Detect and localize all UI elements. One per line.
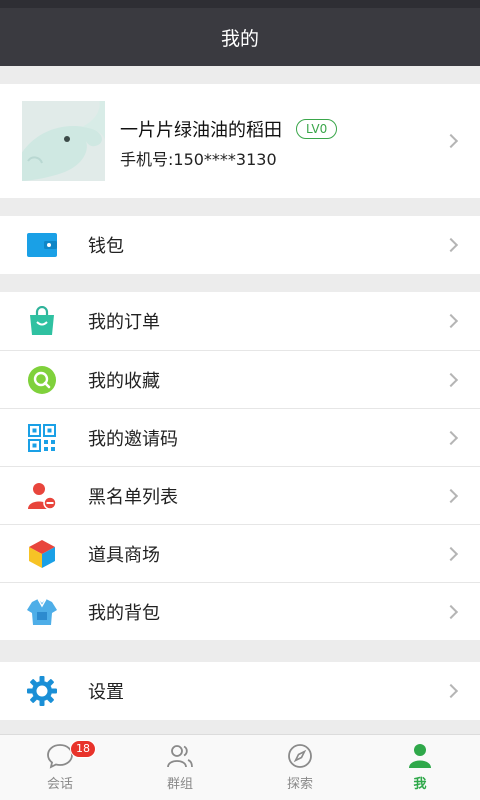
menu-item-label: 钱包: [88, 236, 124, 257]
tab-label: 探索: [286, 777, 313, 792]
group-icon: [167, 745, 193, 768]
person-icon: [409, 744, 431, 768]
chevron-right-icon: [443, 546, 459, 562]
tab-me[interactable]: 我: [360, 735, 480, 800]
profile-card[interactable]: 一片片绿油油的稻田 LV0 手机号:150****3130: [0, 84, 480, 198]
menu-group-main: 我的订单 我的收藏 我的邀请码 黑名单列表 道具商场 我的背包: [0, 292, 480, 640]
menu-item-label: 道具商场: [88, 544, 160, 566]
chevron-right-icon: [443, 237, 459, 253]
menu-group-settings: 设置: [0, 662, 480, 720]
compass-icon: [288, 744, 312, 768]
menu-group-wallet: 钱包: [0, 216, 480, 274]
level-badge: LV0: [296, 119, 338, 139]
chevron-right-icon: [443, 604, 459, 620]
profile-phone: 手机号:150****3130: [120, 150, 277, 169]
menu-item-invite-code[interactable]: 我的邀请码: [0, 408, 480, 466]
chevron-right-icon: [443, 133, 459, 149]
menu-item-label: 我的邀请码: [88, 428, 178, 450]
menu-item-label: 我的收藏: [88, 370, 160, 392]
backpack-icon: [26, 596, 58, 628]
menu-item-wallet[interactable]: 钱包: [0, 216, 480, 274]
qr-code-icon: [26, 422, 58, 454]
blocked-user-icon: [26, 480, 58, 512]
unread-badge: 18: [70, 740, 96, 758]
chevron-right-icon: [443, 430, 459, 446]
menu-item-label: 我的背包: [88, 602, 160, 624]
tab-label: 群组: [166, 777, 193, 792]
favorites-icon: [26, 364, 58, 396]
profile-name: 一片片绿油油的稻田: [120, 120, 282, 141]
chevron-right-icon: [443, 488, 459, 504]
chevron-right-icon: [443, 372, 459, 388]
tab-label: 我: [413, 777, 427, 792]
cube-icon: [26, 538, 58, 570]
gear-icon: [26, 675, 58, 707]
navigation-bar: 我的: [0, 8, 480, 66]
status-bar: [0, 0, 480, 8]
tab-explore[interactable]: 探索: [240, 735, 360, 800]
menu-item-label: 设置: [88, 682, 124, 703]
shopping-bag-icon: [26, 305, 58, 337]
menu-item-blacklist[interactable]: 黑名单列表: [0, 466, 480, 524]
tab-groups[interactable]: 群组: [120, 735, 240, 800]
menu-item-label: 黑名单列表: [88, 486, 178, 508]
elephant-avatar-icon: [22, 101, 105, 181]
profile-name-row: 一片片绿油油的稻田 LV0: [120, 116, 338, 142]
chevron-right-icon: [443, 313, 459, 329]
menu-item-favorites[interactable]: 我的收藏: [0, 350, 480, 408]
bottom-tab-bar: 18 会话 群组 探索 我: [0, 734, 480, 800]
wallet-icon: [26, 229, 58, 261]
avatar[interactable]: [22, 101, 105, 181]
menu-item-label: 我的订单: [88, 312, 160, 333]
menu-item-orders[interactable]: 我的订单: [0, 292, 480, 350]
chevron-right-icon: [443, 683, 459, 699]
menu-item-settings[interactable]: 设置: [0, 662, 480, 720]
menu-item-backpack[interactable]: 我的背包: [0, 582, 480, 640]
tab-chats[interactable]: 18 会话: [0, 735, 120, 800]
menu-item-prop-store[interactable]: 道具商场: [0, 524, 480, 582]
tab-label: 会话: [46, 777, 73, 792]
page-title: 我的: [220, 27, 259, 50]
